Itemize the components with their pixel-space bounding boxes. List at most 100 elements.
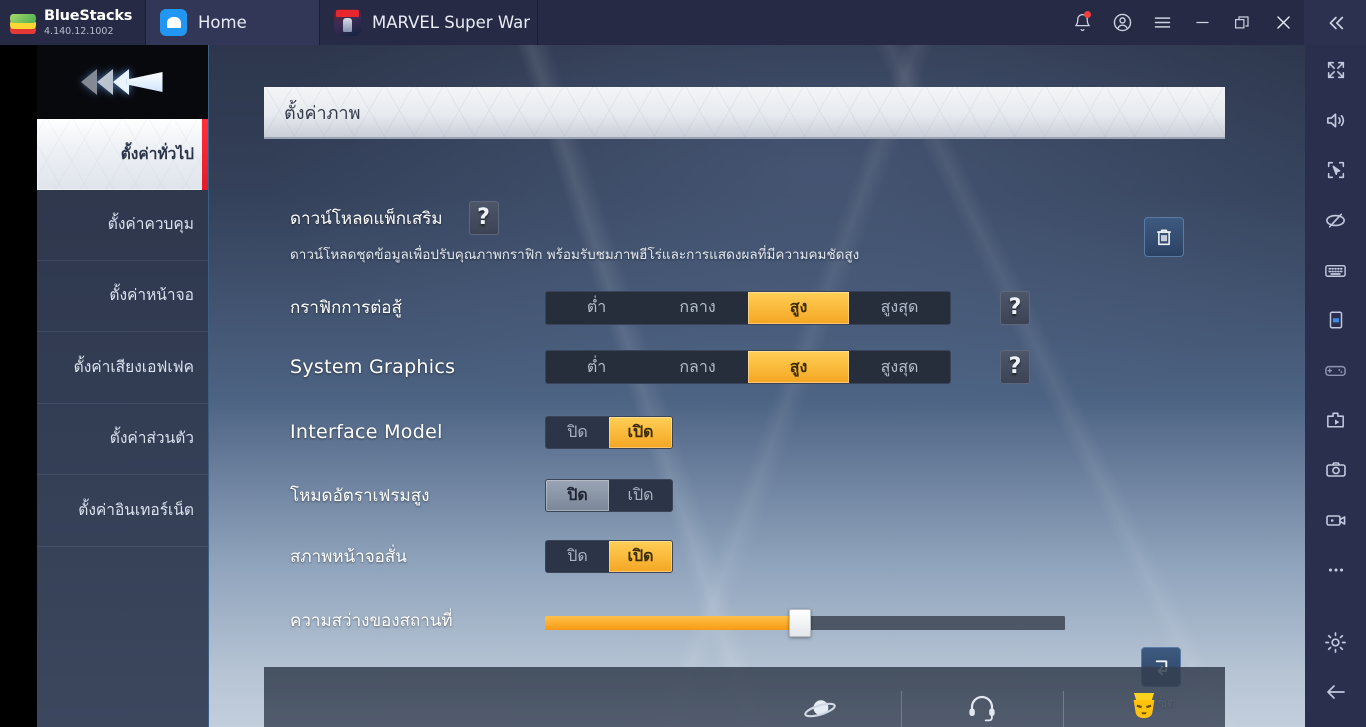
toggle-off[interactable]: ปิด — [546, 480, 609, 511]
segment-ultra[interactable]: สูงสุด — [849, 351, 950, 383]
game-bottom-bar: Community ศูนย์บริการลูกค้า — [264, 667, 1225, 727]
minimize-icon[interactable] — [1182, 0, 1222, 45]
eye-off-icon[interactable] — [1305, 195, 1366, 245]
screen-shake-label: สภาพหน้าจอสั่น — [290, 547, 407, 567]
back-arrow-icon[interactable] — [1305, 667, 1366, 717]
brand-version: 4.140.12.1002 — [44, 25, 114, 37]
toggle-off[interactable]: ปิด — [546, 417, 609, 448]
sidebar-item-label: ตั้งค่าเสียงเอฟเฟค — [73, 357, 194, 376]
bluestacks-titlebar: BlueStacks 4.140.12.1002 Home MARVEL Sup… — [0, 0, 1366, 45]
segment-low[interactable]: ต่ำ — [546, 291, 647, 324]
app-root: BlueStacks 4.140.12.1002 Home MARVEL Sup… — [0, 0, 1366, 727]
download-pack-help-button[interactable]: ? — [468, 201, 499, 235]
settings-gear-icon[interactable] — [1305, 617, 1366, 667]
segment-high[interactable]: สูง — [748, 291, 849, 324]
page-title: ตั้งค่าภาพ — [284, 102, 361, 124]
sidebar-item-display-settings[interactable]: ตั้งค่าหน้าจอ — [37, 261, 208, 332]
rotate-portrait-icon[interactable] — [1305, 295, 1366, 345]
sidebar-item-label: ตั้งค่าส่วนตัว — [109, 429, 194, 448]
tab-marvel-label: MARVEL Super War — [372, 13, 530, 32]
sidebar-item-control-settings[interactable]: ตั้งค่าควบคุม — [37, 190, 208, 261]
battle-graphics-label: กราฟิกการต่อสู้ — [290, 298, 402, 318]
sidebar-item-sound-effects-settings[interactable]: ตั้งค่าเสียงเอฟเฟค — [37, 332, 208, 404]
interface-model-toggle: ปิด เปิด — [545, 415, 673, 449]
game-viewport: ตั้งค่าทั่วไป ตั้งค่าควบคุม ตั้งค่าหน้าจ… — [37, 45, 1305, 727]
sidebar-item-label: ตั้งค่าหน้าจอ — [109, 286, 194, 305]
brightness-slider[interactable] — [545, 609, 1065, 637]
toggle-on[interactable]: เปิด — [609, 416, 672, 448]
panel-header: ตั้งค่าภาพ — [264, 87, 1225, 139]
iron-man-mask-icon — [1129, 688, 1159, 722]
sidebar-item-personal-settings[interactable]: ตั้งค่าส่วนตัว — [37, 404, 208, 475]
restore-icon[interactable] — [1222, 0, 1262, 45]
sidebar-item-internet-settings[interactable]: ตั้งค่าอินเทอร์เน็ต — [37, 475, 208, 547]
tab-home-label: Home — [198, 13, 247, 32]
slider-fill — [545, 616, 800, 630]
bluestacks-sidebar-toolbar — [1305, 45, 1366, 727]
screen-shake-toggle: ปิด เปิด — [545, 540, 673, 573]
fullscreen-icon[interactable] — [1305, 45, 1366, 95]
segment-medium[interactable]: กลาง — [647, 351, 748, 383]
sidebar-item-label: ตั้งค่าทั่วไป — [120, 144, 194, 163]
sidebar-item-general-settings[interactable]: ตั้งค่าทั่วไป — [37, 119, 208, 190]
battle-graphics-row: กราฟิกการต่อสู้ ต่ำ กลาง สูง สูงสุด ? — [290, 290, 1050, 325]
keyboard-icon[interactable] — [1305, 245, 1366, 295]
battle-graphics-segmented-control: ต่ำ กลาง สูง สูงสุด — [545, 290, 951, 325]
gamepad-icon[interactable] — [1305, 345, 1366, 395]
slider-knob[interactable] — [788, 609, 811, 637]
video-record-icon[interactable] — [1305, 495, 1366, 545]
high-frame-rate-toggle: ปิด เปิด — [545, 479, 673, 512]
collapse-sidebar-icon[interactable] — [1304, 0, 1366, 45]
system-graphics-row: System Graphics ต่ำ กลาง สูง สูงสุด ? — [290, 350, 1050, 384]
menu-hamburger-icon[interactable] — [1142, 0, 1182, 45]
high-frame-rate-label: โหมดอัตราเฟรมสูง — [290, 486, 430, 506]
tab-home[interactable]: Home — [146, 0, 320, 45]
marvel-app-icon — [334, 9, 361, 36]
titlebar-spacer — [538, 0, 1062, 45]
account-icon[interactable] — [1102, 0, 1142, 45]
segment-ultra[interactable]: สูงสุด — [849, 291, 950, 324]
window-controls — [1062, 0, 1366, 45]
bluestacks-logo-icon — [10, 10, 36, 36]
game-settings-sidebar: ตั้งค่าทั่วไป ตั้งค่าควบคุม ตั้งค่าหน้าจ… — [37, 45, 209, 727]
system-graphics-help-button[interactable]: ? — [1000, 350, 1030, 384]
close-icon[interactable] — [1262, 0, 1304, 45]
download-pack-description-row: ดาวน์โหลดชุดข้อมูลเพื่อปรับคุณภาพกราฟิก … — [290, 243, 859, 265]
sidebar-item-label: ตั้งค่าอินเทอร์เน็ต — [78, 500, 194, 519]
volume-icon[interactable] — [1305, 95, 1366, 145]
segment-medium[interactable]: กลาง — [647, 291, 748, 324]
toggle-on[interactable]: เปิด — [609, 480, 672, 511]
more-dots-icon[interactable] — [1305, 545, 1366, 595]
battle-graphics-help-button[interactable]: ? — [1000, 290, 1030, 325]
interface-model-label: Interface Model — [290, 421, 443, 443]
community-button[interactable]: Community — [739, 678, 901, 727]
notifications-bell-icon[interactable] — [1062, 0, 1102, 45]
system-graphics-label: System Graphics — [290, 356, 456, 378]
system-graphics-segmented-control: ต่ำ กลาง สูง สูงสุด — [545, 350, 951, 384]
crosshair-icon[interactable] — [1305, 145, 1366, 195]
account-center-button[interactable]: ศูนย์บัญชี — [1063, 678, 1225, 727]
game-emblem — [37, 45, 208, 119]
notification-dot — [1084, 11, 1091, 18]
segment-low[interactable]: ต่ำ — [546, 351, 647, 383]
download-pack-label: ดาวน์โหลดแพ็กเสริม — [290, 208, 443, 229]
home-icon — [160, 9, 187, 36]
customer-service-button[interactable]: ศูนย์บริการลูกค้า — [901, 678, 1063, 727]
screen-shake-row: สภาพหน้าจอสั่น ปิด เปิด — [290, 540, 710, 573]
brightness-row: ความสว่างของสถานที่ — [290, 607, 1070, 637]
high-frame-rate-row: โหมดอัตราเฟรมสูง ปิด เปิด — [290, 479, 710, 512]
delete-pack-button[interactable] — [1144, 217, 1184, 257]
headset-icon — [966, 688, 998, 722]
brand-name: BlueStacks — [44, 8, 133, 24]
toggle-off[interactable]: ปิด — [546, 541, 609, 572]
toggle-on[interactable]: เปิด — [609, 541, 672, 572]
video-settings-panel: ตั้งค่าภาพ ดาวน์โหลดแพ็กเสริม ? ดาวน์โหล… — [264, 87, 1225, 711]
screenshot-camera-icon[interactable] — [1305, 445, 1366, 495]
left-black-gutter — [0, 45, 37, 727]
macro-play-icon[interactable] — [1305, 395, 1366, 445]
panel-body: ดาวน์โหลดแพ็กเสริม ? ดาวน์โหลดชุดข้อมูลเ… — [264, 139, 1225, 711]
sidebar-item-label: ตั้งค่าควบคุม — [107, 215, 194, 234]
bluestacks-brand: BlueStacks 4.140.12.1002 — [0, 0, 146, 45]
tab-marvel-super-war[interactable]: MARVEL Super War — [320, 0, 538, 45]
segment-high[interactable]: สูง — [748, 351, 849, 383]
